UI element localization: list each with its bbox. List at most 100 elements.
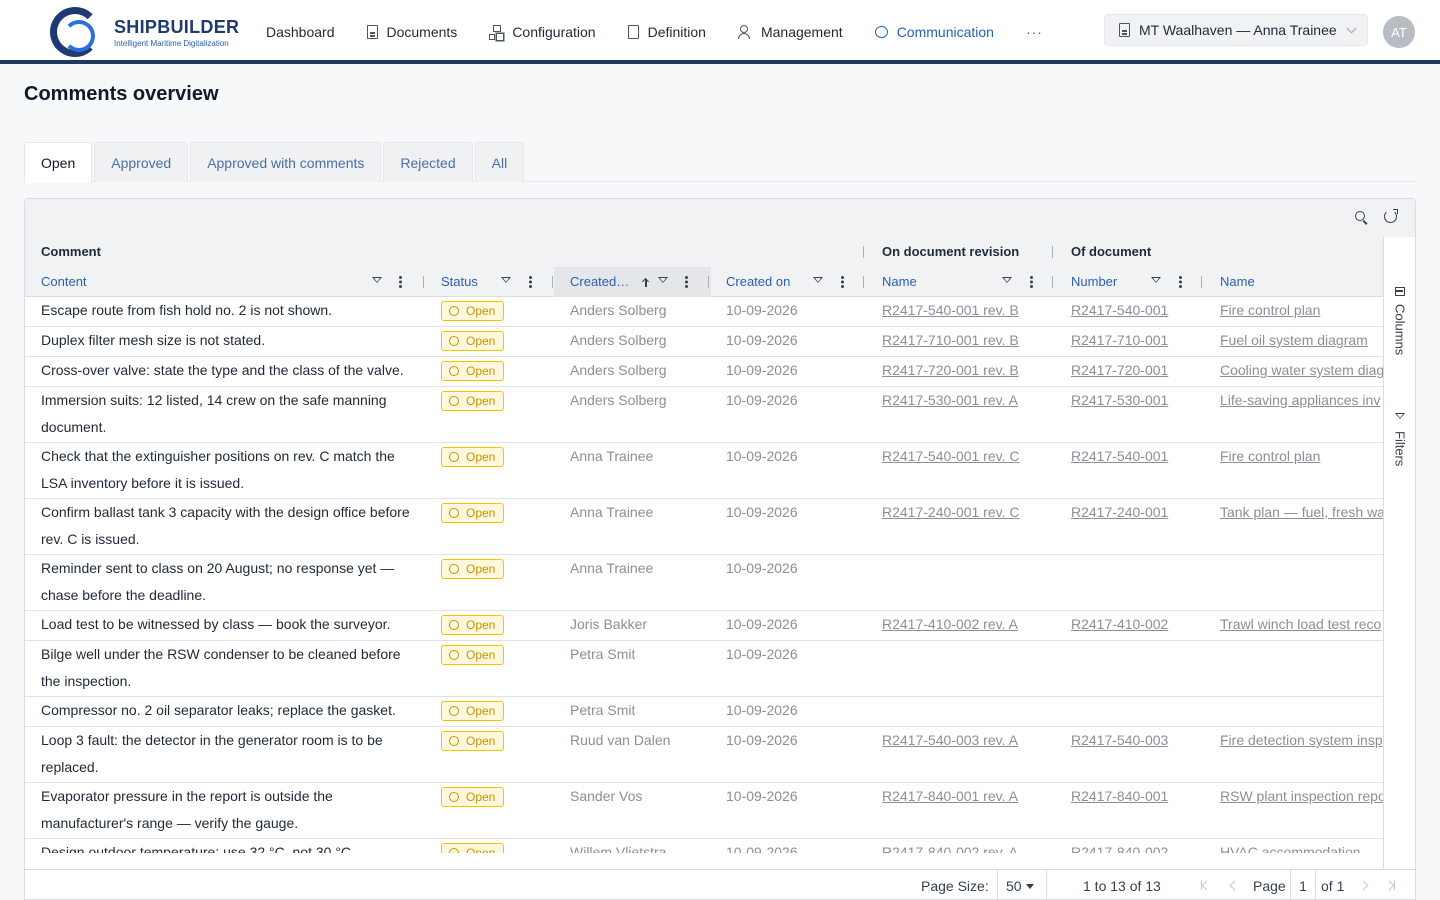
status-badge: Open xyxy=(441,701,505,721)
document-name-link[interactable]: Fire detection system insp xyxy=(1220,727,1383,754)
column-separator[interactable] xyxy=(1201,276,1202,288)
document-number-link[interactable]: R2417-720-001 xyxy=(1071,357,1201,384)
header-status[interactable]: Status xyxy=(441,267,478,297)
table-row[interactable]: Compressor no. 2 oil separator leaks; re… xyxy=(25,697,1383,727)
filter-icon[interactable] xyxy=(372,277,382,287)
column-separator[interactable] xyxy=(1052,276,1053,288)
search-icon[interactable] xyxy=(1355,211,1365,221)
revision-link[interactable]: R2417-540-001 rev. B xyxy=(882,297,1052,324)
revision-link[interactable]: R2417-840-001 rev. A xyxy=(882,783,1052,810)
table-row[interactable]: Cross-over valve: state the type and the… xyxy=(25,357,1383,387)
header-revision-name[interactable]: Name xyxy=(882,267,917,297)
column-menu-icon[interactable] xyxy=(1179,276,1182,288)
nav-communication[interactable]: Communication xyxy=(859,0,1010,64)
table-row[interactable]: Immersion suits: 12 listed, 14 crew on t… xyxy=(25,387,1383,443)
first-page-icon[interactable] xyxy=(1201,880,1209,890)
grid-side-panel: Columns Filters xyxy=(1383,237,1415,869)
column-menu-icon[interactable] xyxy=(399,276,402,288)
document-name-link[interactable]: Fuel oil system diagram xyxy=(1220,327,1383,354)
table-row[interactable]: Reminder sent to class on 20 August; no … xyxy=(25,555,1383,611)
filter-icon[interactable] xyxy=(501,277,511,287)
nav-definition[interactable]: Definition xyxy=(612,0,722,64)
revision-link[interactable]: R2417-710-001 rev. B xyxy=(882,327,1052,354)
document-name-link[interactable]: Tank plan — fuel, fresh wa xyxy=(1220,499,1383,526)
column-menu-icon[interactable] xyxy=(685,276,688,288)
sort-ascending-icon[interactable] xyxy=(642,277,650,287)
document-number-link[interactable]: R2417-240-001 xyxy=(1071,499,1201,526)
column-separator[interactable] xyxy=(423,276,424,288)
document-number-link[interactable]: R2417-540-003 xyxy=(1071,727,1201,754)
document-name-link[interactable]: Cooling water system diag xyxy=(1220,357,1383,384)
tab-approved[interactable]: Approved xyxy=(94,142,189,182)
filter-icon[interactable] xyxy=(1002,277,1012,287)
header-created-on[interactable]: Created on xyxy=(726,267,790,297)
shipbuilder-logo[interactable]: SHIPBUILDER Intelligent Maritime Digital… xyxy=(50,7,240,57)
filter-icon[interactable] xyxy=(813,277,823,287)
cell-created-by: Anders Solberg xyxy=(570,302,667,318)
page-size-select[interactable]: 50 xyxy=(997,870,1047,899)
header-document-name[interactable]: Name xyxy=(1220,267,1255,297)
document-name-link[interactable]: Fire control plan xyxy=(1220,443,1383,470)
next-page-icon[interactable] xyxy=(1360,882,1368,890)
document-number-link[interactable]: R2417-840-002 xyxy=(1071,839,1201,853)
column-menu-icon[interactable] xyxy=(841,276,844,288)
nav-management[interactable]: Management xyxy=(722,0,859,64)
nav-configuration[interactable]: Configuration xyxy=(473,0,611,64)
revision-link[interactable]: R2417-240-001 rev. C xyxy=(882,499,1052,526)
columns-panel-button[interactable]: Columns xyxy=(1384,287,1415,355)
revision-link[interactable]: R2417-840-002 rev. A xyxy=(882,839,1052,853)
nav-documents[interactable]: Documents xyxy=(351,0,474,64)
nav-more-button[interactable]: ··· xyxy=(1010,0,1059,64)
table-row[interactable]: Check that the extinguisher positions on… xyxy=(25,443,1383,499)
document-number-link[interactable]: R2417-410-002 xyxy=(1071,611,1201,638)
filter-icon[interactable] xyxy=(1151,277,1161,287)
cell-created-on: 10-09-2026 xyxy=(726,560,798,576)
table-row[interactable]: Evaporator pressure in the report is out… xyxy=(25,783,1383,839)
column-separator[interactable] xyxy=(708,276,709,288)
filter-icon[interactable] xyxy=(658,277,668,287)
document-name-link[interactable]: Trawl winch load test reco xyxy=(1220,611,1383,638)
header-content[interactable]: Content xyxy=(41,267,87,297)
refresh-icon[interactable] xyxy=(1384,209,1398,223)
revision-link[interactable]: R2417-530-001 rev. A xyxy=(882,387,1052,414)
column-separator[interactable] xyxy=(863,276,864,288)
table-row[interactable]: Load test to be witnessed by class — boo… xyxy=(25,611,1383,641)
document-name-link[interactable]: RSW plant inspection repo xyxy=(1220,783,1383,810)
table-row[interactable]: Design outdoor temperature: use 32 °C, n… xyxy=(25,839,1383,853)
document-number-link[interactable]: R2417-840-001 xyxy=(1071,783,1201,810)
revision-link[interactable]: R2417-540-001 rev. C xyxy=(882,443,1052,470)
column-menu-icon[interactable] xyxy=(1030,276,1033,288)
table-row[interactable]: Escape route from fish hold no. 2 is not… xyxy=(25,297,1383,327)
vessel-selector[interactable]: MT Waalhaven — Anna Trainee xyxy=(1104,14,1368,46)
document-name-link[interactable]: Life-saving appliances inv xyxy=(1220,387,1383,414)
table-row[interactable]: Loop 3 fault: the detector in the genera… xyxy=(25,727,1383,783)
table-row[interactable]: Duplex filter mesh size is not stated. O… xyxy=(25,327,1383,357)
header-document-number[interactable]: Number xyxy=(1071,267,1117,297)
document-number-link[interactable]: R2417-540-001 xyxy=(1071,297,1201,324)
cell-content: Duplex filter mesh size is not stated. xyxy=(41,332,266,348)
nav-dashboard[interactable]: Dashboard xyxy=(250,0,351,64)
revision-link[interactable]: R2417-410-002 rev. A xyxy=(882,611,1052,638)
document-name-link[interactable]: Fire control plan xyxy=(1220,297,1383,324)
document-number-link[interactable]: R2417-710-001 xyxy=(1071,327,1201,354)
tab-open[interactable]: Open xyxy=(24,142,93,183)
revision-link[interactable]: R2417-720-001 rev. B xyxy=(882,357,1052,384)
revision-link[interactable]: R2417-540-003 rev. A xyxy=(882,727,1052,754)
document-number-link[interactable]: R2417-540-001 xyxy=(1071,443,1201,470)
filters-panel-button[interactable]: Filters xyxy=(1384,413,1415,467)
tab-approved-with-comments[interactable]: Approved with comments xyxy=(190,142,382,182)
previous-page-icon[interactable] xyxy=(1229,882,1237,890)
document-name-link[interactable]: HVAC accommodation xyxy=(1220,839,1383,853)
status-badge: Open xyxy=(441,391,505,411)
column-separator[interactable] xyxy=(552,276,553,288)
filters-panel-label: Filters xyxy=(1392,431,1408,467)
last-page-icon[interactable] xyxy=(1386,880,1396,890)
user-avatar[interactable]: AT xyxy=(1383,16,1415,48)
table-row[interactable]: Confirm ballast tank 3 capacity with the… xyxy=(25,499,1383,555)
tab-all[interactable]: All xyxy=(474,142,525,182)
page-number-input[interactable]: 1 xyxy=(1290,870,1316,899)
document-number-link[interactable]: R2417-530-001 xyxy=(1071,387,1201,414)
tab-rejected[interactable]: Rejected xyxy=(383,142,473,182)
column-menu-icon[interactable] xyxy=(529,276,532,288)
table-row[interactable]: Bilge well under the RSW condenser to be… xyxy=(25,641,1383,697)
